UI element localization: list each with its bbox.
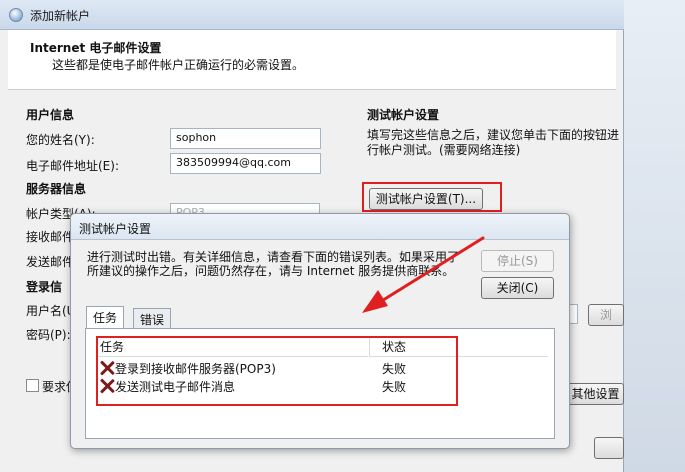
highlight-box-test-button: [362, 182, 502, 212]
test-account-settings-dialog: 测试帐户设置 进行测试时出错。有关详细信息，请查看下面的错误列表。如果采用了所建…: [70, 213, 570, 449]
dialog-title: 测试帐户设置: [79, 222, 152, 236]
more-settings-button[interactable]: 其他设置: [567, 383, 624, 405]
name-label: 您的姓名(Y):: [26, 133, 95, 147]
email-label: 电子邮件地址(E):: [26, 159, 119, 173]
login-info-title: 登录信: [26, 280, 63, 294]
server-info-title: 服务器信息: [26, 182, 87, 196]
error-message: 进行测试时出错。有关详细信息，请查看下面的错误列表。如果采用了所建议的操作之后，…: [87, 250, 460, 278]
browse-button[interactable]: 浏: [588, 304, 624, 326]
require-spa-checkbox[interactable]: [26, 379, 39, 392]
window-title: 添加新帐户: [30, 9, 91, 23]
next-button-edge[interactable]: [594, 437, 624, 459]
settings-header: Internet 电子邮件设置 这些都是使电子邮件帐户正确运行的必需设置。: [8, 30, 616, 90]
email-input[interactable]: 383509994@qq.com: [170, 153, 321, 174]
dialog-titlebar[interactable]: 测试帐户设置: [71, 214, 569, 240]
background-desktop-strip: [624, 0, 685, 472]
test-settings-title: 测试帐户设置: [367, 108, 440, 122]
mail-app-icon: [9, 8, 23, 22]
window-titlebar[interactable]: 添加新帐户: [0, 0, 624, 30]
tab-errors[interactable]: 错误: [133, 308, 172, 329]
tab-tasks[interactable]: 任务: [86, 306, 125, 329]
header-subtitle: 这些都是使电子邮件帐户正确运行的必需设置。: [52, 58, 305, 72]
password-label: 密码(P):: [26, 328, 71, 342]
user-info-title: 用户信息: [26, 108, 75, 122]
stop-button[interactable]: 停止(S): [481, 250, 554, 272]
close-button[interactable]: 关闭(C): [481, 277, 554, 299]
username-label: 用户名(U: [26, 304, 76, 318]
incoming-server-label: 接收邮件: [26, 230, 75, 244]
name-input[interactable]: sophon: [170, 128, 321, 149]
header-title: Internet 电子邮件设置: [30, 41, 162, 55]
test-settings-description: 填写完这些信息之后，建议您单击下面的按钮进行帐户测试。(需要网络连接): [367, 128, 619, 157]
highlight-box-task-list: [96, 336, 458, 406]
outgoing-server-label: 发送邮件: [26, 255, 75, 269]
